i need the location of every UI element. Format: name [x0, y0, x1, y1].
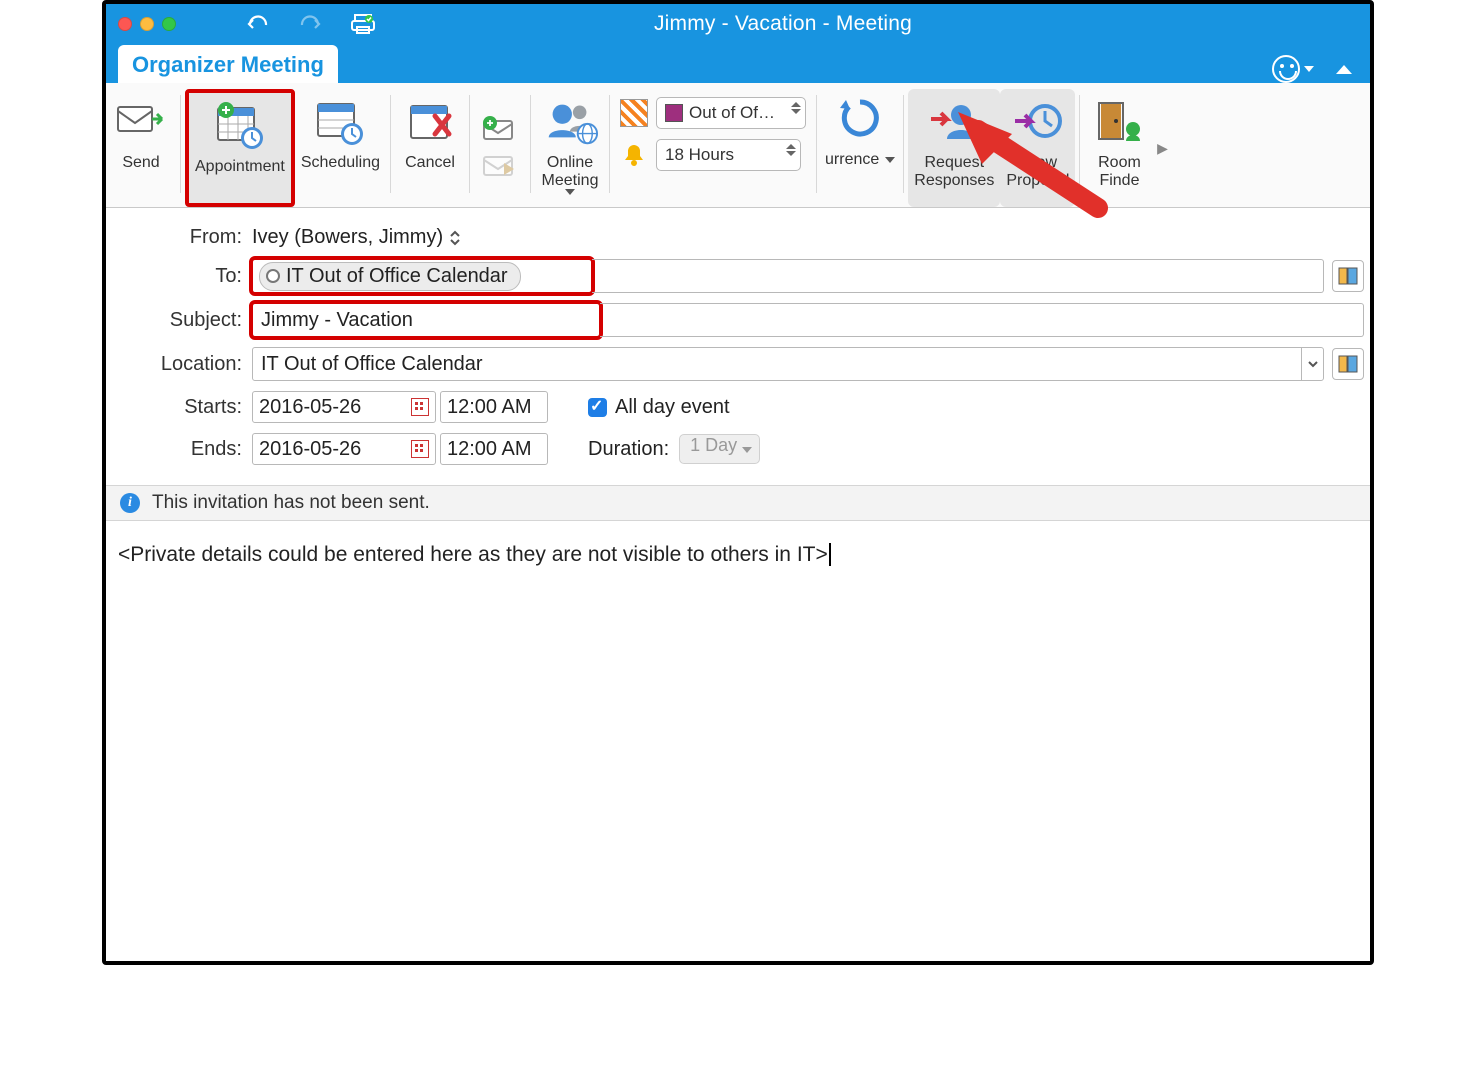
- ribbon: Send Appointment: [106, 83, 1370, 208]
- allow-proposal-icon: [1009, 92, 1067, 150]
- ends-label: Ends:: [112, 438, 252, 461]
- calendar-icon: [411, 440, 429, 458]
- tab-organizer-meeting[interactable]: Organizer Meeting: [118, 45, 338, 83]
- show-as-combo[interactable]: Out of Of…: [656, 97, 806, 129]
- titlebar: Jimmy - Vacation - Meeting: [106, 4, 1370, 43]
- info-bar: i This invitation has not been sent.: [106, 485, 1370, 521]
- subject-label: Subject:: [112, 309, 252, 332]
- chevron-down-icon: [565, 189, 575, 195]
- forward-icon[interactable]: [480, 155, 520, 181]
- subject-field[interactable]: Jimmy - Vacation: [252, 303, 600, 337]
- ribbon-tab-row: Organizer Meeting: [106, 43, 1370, 83]
- feedback-button[interactable]: [1272, 55, 1314, 83]
- scheduling-icon: [311, 92, 369, 150]
- from-label: From:: [112, 226, 252, 249]
- collapse-ribbon-button[interactable]: [1336, 65, 1352, 74]
- request-responses-icon: [925, 92, 983, 150]
- location-field[interactable]: IT Out of Office Calendar: [252, 347, 1324, 381]
- send-icon: [112, 92, 170, 150]
- meeting-body-editor[interactable]: <Private details could be entered here a…: [106, 521, 1370, 961]
- ribbon-overflow-button[interactable]: ▶: [1154, 89, 1170, 207]
- from-value: Ivey (Bowers, Jimmy): [252, 226, 443, 249]
- show-as-value: Out of Of…: [689, 103, 775, 123]
- starts-time-field[interactable]: 12:00 AM: [440, 391, 548, 423]
- body-text: <Private details could be entered here a…: [118, 543, 828, 566]
- all-day-checkbox[interactable]: [588, 398, 607, 417]
- reply-icon[interactable]: [480, 115, 520, 145]
- duration-label: Duration:: [588, 438, 669, 461]
- chevron-down-icon: [1304, 66, 1314, 72]
- bell-icon: [620, 141, 648, 169]
- location-value: IT Out of Office Calendar: [261, 353, 1301, 376]
- allow-proposal-button[interactable]: Allow Proposal: [1000, 89, 1075, 207]
- appointment-button[interactable]: Appointment: [185, 89, 295, 207]
- recurrence-icon: [834, 89, 886, 147]
- to-field[interactable]: IT Out of Office Calendar: [252, 259, 592, 293]
- status-color-swatch: [665, 104, 683, 122]
- to-label: To:: [112, 265, 252, 288]
- room-finder-icon: [1090, 92, 1148, 150]
- location-label: Location:: [112, 353, 252, 376]
- starts-date-value: 2016-05-26: [259, 396, 361, 419]
- zoom-window-button[interactable]: [162, 17, 176, 31]
- online-meeting-button[interactable]: Online Meeting: [535, 89, 605, 207]
- starts-time-value: 12:00 AM: [447, 396, 532, 419]
- starts-label: Starts:: [112, 396, 252, 419]
- to-field-extension[interactable]: [592, 259, 1324, 293]
- starts-date-field[interactable]: 2016-05-26: [252, 391, 436, 423]
- appointment-icon: [211, 96, 269, 154]
- window-controls: [106, 17, 176, 31]
- show-as-swatch-icon: [620, 99, 648, 127]
- address-book-button[interactable]: [1332, 260, 1364, 292]
- window-title: Jimmy - Vacation - Meeting: [196, 12, 1370, 36]
- info-icon: i: [120, 493, 140, 513]
- ends-time-field[interactable]: 12:00 AM: [440, 433, 548, 465]
- room-address-book-button[interactable]: [1332, 348, 1364, 380]
- calendar-icon: [411, 398, 429, 416]
- close-window-button[interactable]: [118, 17, 132, 31]
- send-button[interactable]: Send: [106, 89, 176, 207]
- redo-icon[interactable]: [298, 14, 322, 34]
- presence-icon: [266, 269, 280, 283]
- from-account-picker[interactable]: Ivey (Bowers, Jimmy): [252, 226, 461, 249]
- all-day-label: All day event: [615, 396, 730, 419]
- info-message: This invitation has not been sent.: [152, 492, 430, 514]
- online-meeting-icon: [541, 92, 599, 150]
- duration-combo[interactable]: 1 Day: [679, 434, 760, 464]
- minimize-window-button[interactable]: [140, 17, 154, 31]
- subject-field-extension[interactable]: [600, 303, 1364, 337]
- ends-date-field[interactable]: 2016-05-26: [252, 433, 436, 465]
- location-dropdown-button[interactable]: [1301, 348, 1323, 380]
- chevron-updown-icon: [449, 229, 461, 247]
- recurrence-button[interactable]: urrence: [821, 89, 899, 207]
- cancel-icon: [401, 92, 459, 150]
- text-cursor: [828, 543, 831, 566]
- address-book-icon: [1337, 266, 1359, 286]
- room-finder-button[interactable]: Room Finde: [1084, 89, 1154, 207]
- ends-time-value: 12:00 AM: [447, 438, 532, 461]
- ends-date-value: 2016-05-26: [259, 438, 361, 461]
- request-responses-button[interactable]: Request Responses: [908, 89, 1000, 207]
- recipient-name: IT Out of Office Calendar: [286, 265, 508, 288]
- address-book-icon: [1337, 354, 1359, 374]
- chevron-down-icon: [885, 157, 895, 163]
- cancel-button[interactable]: Cancel: [395, 89, 465, 207]
- reminder-combo[interactable]: 18 Hours: [656, 139, 801, 171]
- subject-value: Jimmy - Vacation: [261, 309, 413, 332]
- recipient-chip[interactable]: IT Out of Office Calendar: [259, 262, 521, 291]
- duration-value: 1 Day: [690, 435, 737, 455]
- scheduling-button[interactable]: Scheduling: [295, 89, 386, 207]
- meeting-form: From: Ivey (Bowers, Jimmy) To: IT Out of…: [106, 208, 1370, 485]
- smiley-icon: [1272, 55, 1300, 83]
- reminder-value: 18 Hours: [665, 145, 734, 165]
